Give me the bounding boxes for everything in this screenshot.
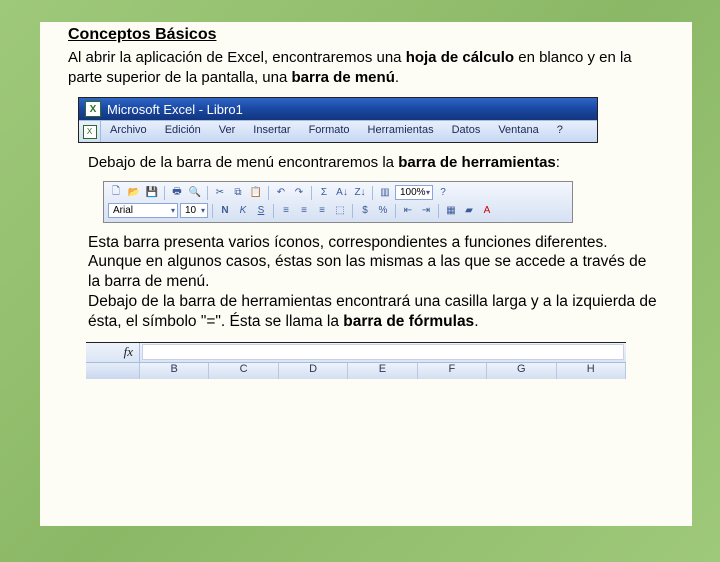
separator bbox=[311, 186, 312, 200]
align-left-icon[interactable]: ≡ bbox=[278, 203, 294, 219]
fill-color-icon[interactable]: ▰ bbox=[461, 203, 477, 219]
underline-icon[interactable]: S bbox=[253, 203, 269, 219]
col-f[interactable]: F bbox=[418, 363, 487, 379]
separator bbox=[212, 204, 213, 218]
separator bbox=[352, 204, 353, 218]
open-icon[interactable]: 📂 bbox=[126, 185, 142, 201]
separator bbox=[395, 204, 396, 218]
heading: Conceptos Básicos bbox=[68, 22, 664, 44]
titlebar: X Microsoft Excel - Libro1 bbox=[79, 98, 597, 120]
menu-archivo[interactable]: Archivo bbox=[101, 121, 156, 142]
preview-icon[interactable]: 🔍 bbox=[187, 185, 203, 201]
italic-icon[interactable]: K bbox=[235, 203, 251, 219]
menu-insertar[interactable]: Insertar bbox=[244, 121, 299, 142]
autosum-icon[interactable]: Σ bbox=[316, 185, 332, 201]
formula-bar: fx bbox=[86, 343, 626, 363]
paste-icon[interactable]: 📋 bbox=[248, 185, 264, 201]
intro-bold-hoja: hoja de cálculo bbox=[406, 49, 514, 66]
menu-ventana[interactable]: Ventana bbox=[489, 121, 547, 142]
copy-icon[interactable]: ⧉ bbox=[230, 185, 246, 201]
chart-icon[interactable]: ▥ bbox=[377, 185, 393, 201]
menu-edicion[interactable]: Edición bbox=[156, 121, 210, 142]
fx-label-cell: fx bbox=[86, 343, 140, 362]
intro-text: Al abrir la aplicación de Excel, encontr… bbox=[68, 48, 664, 87]
intro-end: . bbox=[395, 69, 399, 86]
document-icon: X bbox=[79, 121, 101, 142]
menu-ayuda[interactable]: ? bbox=[548, 121, 572, 142]
excel-app-icon: X bbox=[85, 101, 101, 117]
select-all-corner[interactable] bbox=[86, 363, 140, 379]
toolbar-row-1: 🗋 📂 💾 🖶 🔍 ✂ ⧉ 📋 ↶ ↷ Σ A↓ Z↓ ▥ 100% ? bbox=[108, 184, 568, 202]
formula-input[interactable] bbox=[142, 344, 624, 360]
body-p1: Esta barra presenta varios íconos, corre… bbox=[88, 234, 646, 291]
para-toolbar-intro: Debajo de la barra de menú encontraremos… bbox=[88, 153, 664, 173]
body-p2-end: . bbox=[474, 313, 478, 330]
intro-bold-barra-menu: barra de menú bbox=[291, 69, 394, 86]
col-c[interactable]: C bbox=[209, 363, 278, 379]
merge-icon[interactable]: ⬚ bbox=[332, 203, 348, 219]
redo-icon[interactable]: ↷ bbox=[291, 185, 307, 201]
menu-bar: X Archivo Edición Ver Insertar Formato H… bbox=[79, 120, 597, 142]
align-center-icon[interactable]: ≡ bbox=[296, 203, 312, 219]
fx-icon[interactable]: fx bbox=[124, 344, 133, 360]
separator bbox=[164, 186, 165, 200]
percent-icon[interactable]: % bbox=[375, 203, 391, 219]
menu-herramientas[interactable]: Herramientas bbox=[359, 121, 443, 142]
separator bbox=[268, 186, 269, 200]
titlebar-text: Microsoft Excel - Libro1 bbox=[107, 102, 243, 117]
col-e[interactable]: E bbox=[348, 363, 417, 379]
help-icon[interactable]: ? bbox=[435, 185, 451, 201]
body-text: Esta barra presenta varios íconos, corre… bbox=[88, 233, 660, 332]
col-d[interactable]: D bbox=[279, 363, 348, 379]
separator bbox=[207, 186, 208, 200]
formula-bar-mock: fx B C D E F G H bbox=[86, 342, 626, 379]
align-right-icon[interactable]: ≡ bbox=[314, 203, 330, 219]
save-icon[interactable]: 💾 bbox=[144, 185, 160, 201]
cut-icon[interactable]: ✂ bbox=[212, 185, 228, 201]
separator bbox=[438, 204, 439, 218]
intro-pre: Al abrir la aplicación de Excel, encontr… bbox=[68, 49, 406, 66]
currency-icon[interactable]: $ bbox=[357, 203, 373, 219]
new-icon[interactable]: 🗋 bbox=[108, 185, 124, 201]
para2-bold: barra de herramientas bbox=[398, 154, 556, 171]
para2-end: : bbox=[556, 154, 560, 171]
indent-dec-icon[interactable]: ⇤ bbox=[400, 203, 416, 219]
slide-page: Conceptos Básicos Al abrir la aplicación… bbox=[40, 22, 692, 526]
col-b[interactable]: B bbox=[140, 363, 209, 379]
para2-pre: Debajo de la barra de menú encontraremos… bbox=[88, 154, 398, 171]
menu-ver[interactable]: Ver bbox=[210, 121, 245, 142]
separator bbox=[372, 186, 373, 200]
undo-icon[interactable]: ↶ bbox=[273, 185, 289, 201]
sort-desc-icon[interactable]: Z↓ bbox=[352, 185, 368, 201]
menu-datos[interactable]: Datos bbox=[443, 121, 490, 142]
toolbar-mock: 🗋 📂 💾 🖶 🔍 ✂ ⧉ 📋 ↶ ↷ Σ A↓ Z↓ ▥ 100% ? Ari… bbox=[103, 181, 573, 223]
print-icon[interactable]: 🖶 bbox=[169, 185, 185, 201]
sort-asc-icon[interactable]: A↓ bbox=[334, 185, 350, 201]
indent-inc-icon[interactable]: ⇥ bbox=[418, 203, 434, 219]
borders-icon[interactable]: ▦ bbox=[443, 203, 459, 219]
toolbar-row-2: Arial 10 N K S ≡ ≡ ≡ ⬚ $ % ⇤ ⇥ ▦ ▰ A bbox=[108, 202, 568, 220]
body-p2-bold: barra de fórmulas bbox=[343, 313, 474, 330]
font-combo[interactable]: Arial bbox=[108, 203, 178, 218]
separator bbox=[273, 204, 274, 218]
font-size-combo[interactable]: 10 bbox=[180, 203, 208, 218]
font-color-icon[interactable]: A bbox=[479, 203, 495, 219]
column-headers: B C D E F G H bbox=[86, 363, 626, 379]
bold-icon[interactable]: N bbox=[217, 203, 233, 219]
col-g[interactable]: G bbox=[487, 363, 556, 379]
col-h[interactable]: H bbox=[557, 363, 626, 379]
zoom-combo[interactable]: 100% bbox=[395, 185, 433, 200]
excel-window-mock: X Microsoft Excel - Libro1 X Archivo Edi… bbox=[78, 97, 598, 143]
menu-formato[interactable]: Formato bbox=[300, 121, 359, 142]
